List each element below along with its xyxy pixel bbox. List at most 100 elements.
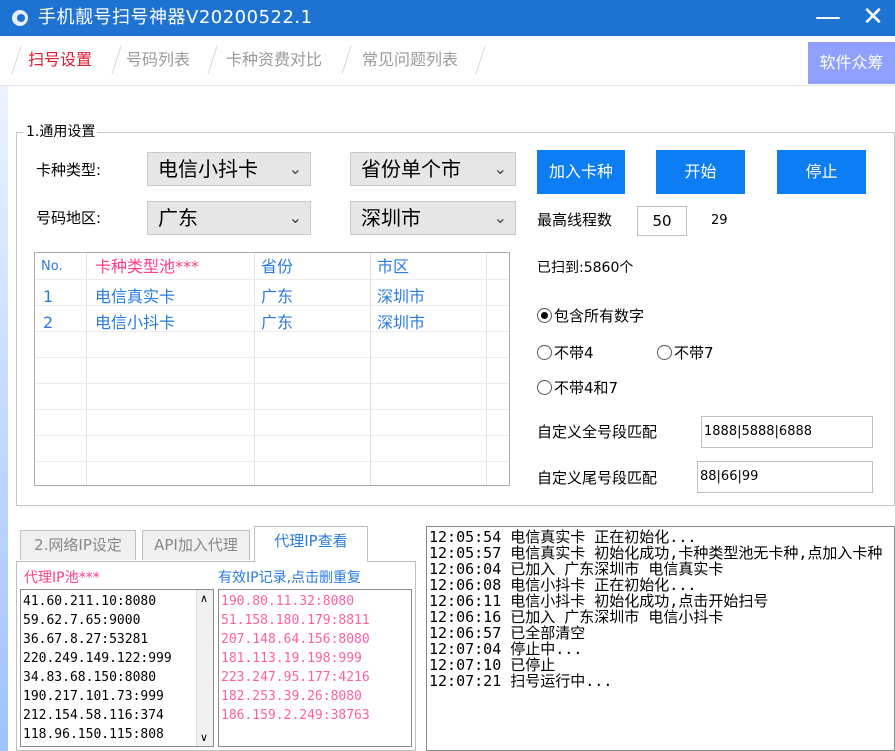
grid-divider bbox=[35, 279, 509, 280]
list-item[interactable]: 207.148.64.156:8080 bbox=[221, 630, 370, 649]
grid-cell: 1 bbox=[43, 287, 54, 306]
start-button[interactable]: 开始 bbox=[656, 150, 745, 194]
tab-fee-compare[interactable]: 卡种资费对比 bbox=[226, 48, 322, 72]
general-settings-title: 1.通用设置 bbox=[24, 123, 98, 141]
chevron-down-icon[interactable]: ∨ bbox=[200, 731, 208, 744]
card-type-label: 卡种类型: bbox=[36, 161, 102, 179]
list-item: 220.249.149.122:999 bbox=[23, 651, 172, 666]
radio-unchecked-icon bbox=[537, 380, 552, 395]
stop-button[interactable]: 停止 bbox=[777, 150, 866, 194]
list-item[interactable]: 181.113.19.198:999 bbox=[221, 649, 370, 668]
window-title: 手机靓号扫号神器V20200522.1 bbox=[38, 7, 313, 28]
region-city-select[interactable]: 深圳市 ⌄ bbox=[350, 201, 516, 235]
tab-faq[interactable]: 常见问题列表 bbox=[362, 48, 458, 72]
radio-no-4-and-7-label: 不带4和7 bbox=[554, 379, 619, 397]
chevron-up-icon[interactable]: ∧ bbox=[200, 592, 208, 605]
province-mode-value: 省份单个市 bbox=[361, 157, 461, 181]
log-line: 12:05:54 电信真实卡 正在初始化... bbox=[429, 528, 697, 546]
radio-checked-icon bbox=[537, 308, 552, 323]
list-item: 59.62.7.65:9000 bbox=[23, 613, 141, 628]
region-province-value: 广东 bbox=[158, 206, 198, 230]
tab-scan-settings[interactable]: 扫号设置 bbox=[28, 48, 92, 72]
valid-ip-title: 有效IP记录,点击删重复 bbox=[218, 570, 362, 586]
tab-api-proxy[interactable]: API加入代理 bbox=[142, 530, 250, 560]
tab-separator bbox=[111, 46, 122, 74]
tab-separator bbox=[207, 46, 218, 74]
province-mode-select[interactable]: 省份单个市 ⌄ bbox=[350, 152, 516, 186]
grid-header-card-type: 卡种类型池*** bbox=[95, 257, 200, 276]
list-item[interactable]: 223.247.95.177:4216 bbox=[221, 668, 370, 687]
log-line: 12:05:57 电信真实卡 初始化成功,卡种类型池无卡种,点加入卡种 bbox=[429, 544, 883, 562]
grid-divider bbox=[35, 435, 509, 436]
list-item: 118.96.150.115:808 bbox=[23, 727, 164, 742]
grid-cell: 电信小抖卡 bbox=[95, 313, 176, 332]
list-item[interactable]: 190.80.11.32:8080 bbox=[221, 592, 370, 611]
current-threads-count: 29 bbox=[711, 213, 728, 228]
grid-divider bbox=[35, 357, 509, 358]
grid-header-city: 市区 bbox=[377, 257, 410, 276]
tab-network-ip[interactable]: 2.网络IP设定 bbox=[20, 530, 136, 560]
grid-cell: 深圳市 bbox=[377, 287, 426, 306]
grid-cell: 广东 bbox=[261, 313, 294, 332]
grid-header-province: 省份 bbox=[261, 257, 294, 276]
proxy-pool-title: 代理IP池*** bbox=[24, 570, 100, 586]
card-pool-grid[interactable]: No. 卡种类型池*** 省份 市区 1 电信真实卡 广东 深圳市 2 电信小抖… bbox=[34, 252, 510, 486]
tab-proxy-view[interactable]: 代理IP查看 bbox=[254, 526, 368, 562]
region-province-select[interactable]: 广东 ⌄ bbox=[147, 201, 311, 235]
minimize-button[interactable]: — bbox=[806, 0, 850, 36]
log-line: 12:07:04 停止中... bbox=[429, 640, 583, 658]
grid-cell: 电信真实卡 bbox=[95, 287, 176, 306]
crowdfunding-button[interactable]: 软件众筹 bbox=[808, 42, 895, 84]
grid-cell: 2 bbox=[43, 313, 54, 332]
tail-match-label: 自定义尾号段匹配 bbox=[537, 469, 658, 487]
grid-divider bbox=[35, 461, 509, 462]
radio-no-4[interactable]: 不带4 bbox=[537, 342, 594, 364]
list-item[interactable]: 51.158.180.179:8811 bbox=[221, 611, 370, 630]
tab-separator bbox=[475, 46, 486, 74]
log-line: 12:06:11 电信小抖卡 初始化成功,点击开始扫号 bbox=[429, 592, 769, 610]
proxy-pool-list[interactable]: 41.60.211.10:8080 59.62.7.65:9000 36.67.… bbox=[20, 589, 214, 747]
app-icon bbox=[12, 10, 28, 26]
log-line: 12:07:10 已停止 bbox=[429, 656, 556, 674]
radio-no-4-and-7[interactable]: 不带4和7 bbox=[537, 377, 618, 399]
log-line: 12:07:21 扫号运行中... bbox=[429, 672, 613, 690]
add-card-button[interactable]: 加入卡种 bbox=[537, 150, 625, 194]
tab-separator bbox=[341, 46, 352, 74]
log-line: 12:06:16 已加入 广东深圳市 电信小抖卡 bbox=[429, 608, 724, 626]
card-type-select[interactable]: 电信小抖卡 ⌄ bbox=[147, 152, 311, 186]
tab-number-list[interactable]: 号码列表 bbox=[126, 48, 190, 72]
grid-divider bbox=[35, 383, 509, 384]
left-decor-strip bbox=[0, 86, 8, 751]
chevron-down-icon: ⌄ bbox=[493, 208, 507, 227]
tail-match-input[interactable]: 88|66|99 bbox=[697, 461, 873, 493]
radio-no-4-label: 不带4 bbox=[554, 344, 594, 362]
log-output[interactable]: 12:05:54 电信真实卡 正在初始化... 12:05:57 电信真实卡 初… bbox=[426, 526, 895, 751]
valid-ip-list[interactable]: 190.80.11.32:8080 51.158.180.179:8811 20… bbox=[218, 589, 412, 747]
chevron-down-icon: ⌄ bbox=[288, 159, 302, 178]
list-item: 41.60.211.10:8080 bbox=[23, 594, 157, 609]
scrollbar[interactable]: ∧ ∨ bbox=[196, 590, 213, 746]
max-threads-input[interactable]: 50 bbox=[637, 206, 687, 236]
list-item: 212.154.58.116:374 bbox=[23, 708, 164, 723]
chevron-down-icon: ⌄ bbox=[288, 208, 302, 227]
radio-all-digits[interactable]: 包含所有数字 bbox=[537, 305, 644, 327]
close-button[interactable]: ✕ bbox=[851, 0, 895, 36]
log-line: 12:06:04 已加入 广东深圳市 电信真实卡 bbox=[429, 560, 724, 578]
radio-unchecked-icon bbox=[657, 345, 672, 360]
grid-cell: 深圳市 bbox=[377, 313, 426, 332]
main-tab-bar: 扫号设置 号码列表 卡种资费对比 常见问题列表 bbox=[0, 36, 895, 86]
grid-cell: 广东 bbox=[261, 287, 294, 306]
list-item: 34.83.68.150:8080 bbox=[23, 670, 157, 685]
log-line: 12:06:08 电信小抖卡 正在初始化... bbox=[429, 576, 697, 594]
grid-divider bbox=[35, 409, 509, 410]
list-item[interactable]: 186.159.2.249:38763 bbox=[221, 706, 370, 725]
list-item[interactable]: 182.253.39.26:8080 bbox=[221, 687, 370, 706]
list-item: 190.217.101.73:999 bbox=[23, 689, 164, 704]
grid-header-no: No. bbox=[41, 259, 63, 274]
radio-no-7[interactable]: 不带7 bbox=[657, 342, 714, 364]
radio-all-digits-label: 包含所有数字 bbox=[554, 307, 645, 325]
card-type-value: 电信小抖卡 bbox=[158, 157, 258, 181]
full-match-input[interactable]: 1888|5888|6888 bbox=[701, 416, 873, 448]
scanned-count: 已扫到:5860个 bbox=[537, 260, 634, 276]
chevron-down-icon: ⌄ bbox=[493, 159, 507, 178]
